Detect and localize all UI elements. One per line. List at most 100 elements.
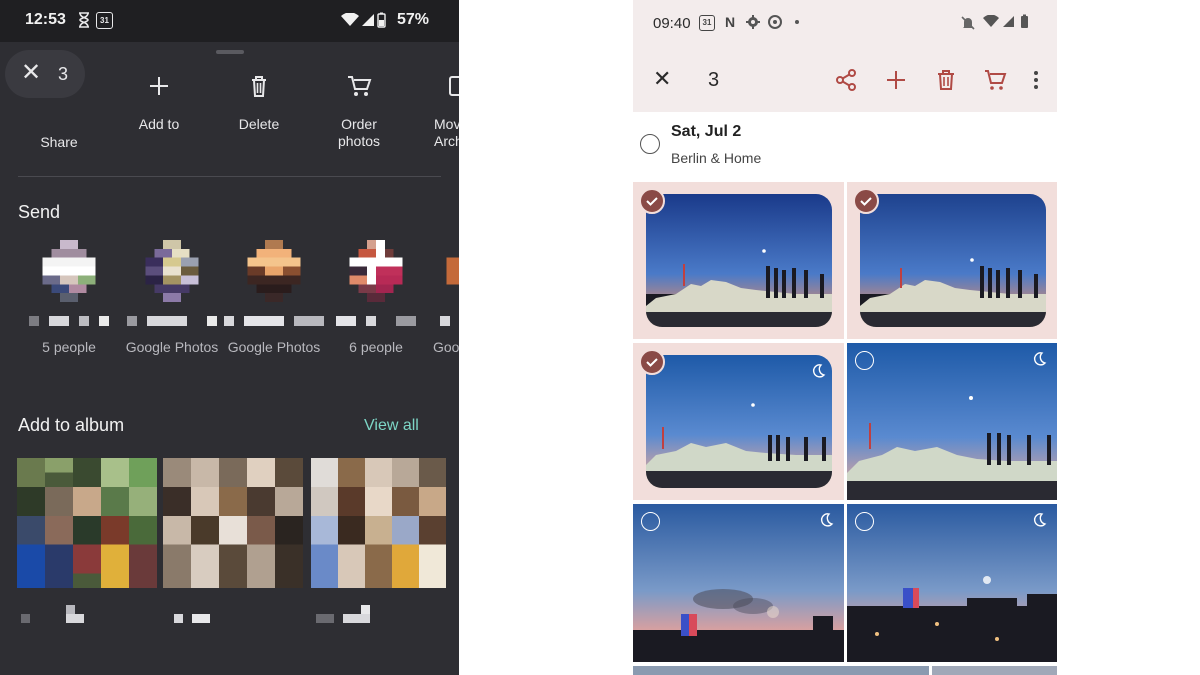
signal-icon [1002,15,1015,33]
battery-icon [1020,14,1029,34]
order-photos-button[interactable]: Order photos [309,70,409,150]
plus-icon [143,70,175,102]
send-section-title: Send [18,202,61,222]
send-target-name: Goo [433,339,459,355]
delete-label: Delete [238,116,280,132]
battery-percent: 57% [396,11,429,28]
close-icon[interactable]: ✕ [653,67,671,91]
select-date-checkbox[interactable] [640,134,660,154]
wifi-icon [983,14,999,33]
redacted-text [127,316,217,326]
trash-icon [243,70,275,102]
status-bar: 09:40 31 N [633,0,1057,48]
notion-icon: N [725,14,736,30]
calendar-icon: 31 [699,15,715,31]
select-checkbox[interactable] [641,512,660,531]
more-notifications-dot [795,20,799,24]
album-thumbnail[interactable] [311,458,446,588]
order-photos-label: Order photos [337,116,381,149]
drag-handle[interactable] [216,50,244,54]
photo-tile-partial[interactable] [633,666,929,675]
night-sight-icon [1034,352,1047,366]
redacted-text [336,316,416,326]
share-button[interactable]: Share [9,70,109,151]
calendar-icon: 31 [96,12,113,29]
avatar [145,240,199,302]
selected-check-icon[interactable] [639,349,665,375]
plus-icon[interactable] [884,68,908,92]
album-thumbnail[interactable] [17,458,157,588]
night-sight-icon [1034,513,1047,527]
avatar [349,240,403,302]
hourglass-icon [78,12,90,33]
photo-thumbnail [860,194,1046,327]
redacted-text [174,614,210,623]
photo-tile[interactable] [847,182,1057,339]
date-location: Berlin & Home [671,150,762,166]
redacted-text [21,605,84,623]
photo-tile[interactable] [633,504,844,662]
trash-icon[interactable] [934,68,958,92]
cart-icon[interactable] [983,68,1007,92]
photo-tile[interactable] [633,343,844,500]
photo-tile-partial[interactable] [932,666,1057,675]
photo-tile[interactable] [847,343,1057,500]
send-target-partial[interactable]: Goo [420,240,459,355]
photo-thumbnail [847,504,1057,662]
avatar [42,240,96,302]
send-target-name: Google Photos [125,339,219,355]
divider [18,176,441,177]
avatar [446,257,459,285]
battery-icon [377,12,386,33]
settings-icon [745,14,761,35]
status-time: 09:40 [653,15,691,32]
redacted-text [224,316,324,326]
photo-tile[interactable] [633,182,844,339]
share-sheet: 12:53 31 57% ✕ 3 Share Add to Delete Ord… [0,0,459,675]
add-to-button[interactable]: Add to [109,70,209,133]
send-target-5-people[interactable]: 5 people [17,240,121,355]
photo-tile[interactable] [847,504,1057,662]
photo-thumbnail [646,355,832,488]
send-target-6-people[interactable]: 6 people [324,240,428,355]
share-label: Share [40,134,78,150]
avatar [247,240,301,302]
selection-toolbar: ✕ 3 [633,48,1057,112]
status-bar: 12:53 31 57% [0,0,459,42]
share-icon [43,70,75,102]
add-to-album-title: Add to album [18,415,125,435]
redacted-text [316,605,370,623]
photo-thumbnail [847,343,1057,500]
night-sight-icon [813,364,826,378]
more-vert-icon[interactable] [1028,68,1044,92]
redacted-text [29,316,109,326]
selected-check-icon[interactable] [853,188,879,214]
add-to-label: Add to [138,116,180,132]
selection-count: 3 [708,69,720,91]
status-time: 12:53 [25,11,66,28]
photo-thumbnail [646,194,832,327]
send-target-name: 5 people [42,339,96,355]
select-checkbox[interactable] [855,351,874,370]
mute-icon [960,15,976,36]
move-to-archive-label: Mov Arch [434,116,459,149]
cart-icon [343,70,375,102]
send-target-google-photos-1[interactable]: Google Photos [120,240,224,355]
send-target-google-photos-2[interactable]: Google Photos [222,240,326,355]
circle-app-icon [768,15,782,34]
send-target-name: 6 people [349,339,403,355]
date-group-header[interactable]: Sat, Jul 2 Berlin & Home [633,112,1057,182]
select-checkbox[interactable] [855,512,874,531]
view-all-link[interactable]: View all [364,417,419,435]
photos-grid-screen: 09:40 31 N ✕ 3 Sat, Jul 2 Berlin & Home [633,0,1057,675]
share-icon[interactable] [834,68,858,92]
album-thumbnail[interactable] [163,458,303,588]
wifi-icon [341,12,359,32]
selected-check-icon[interactable] [639,188,665,214]
delete-button[interactable]: Delete [209,70,309,133]
photo-thumbnail [633,504,844,662]
archive-icon [447,70,459,102]
night-sight-icon [821,513,834,527]
move-to-archive-button[interactable]: Mov Arch [411,70,459,150]
redacted-text [440,316,450,326]
